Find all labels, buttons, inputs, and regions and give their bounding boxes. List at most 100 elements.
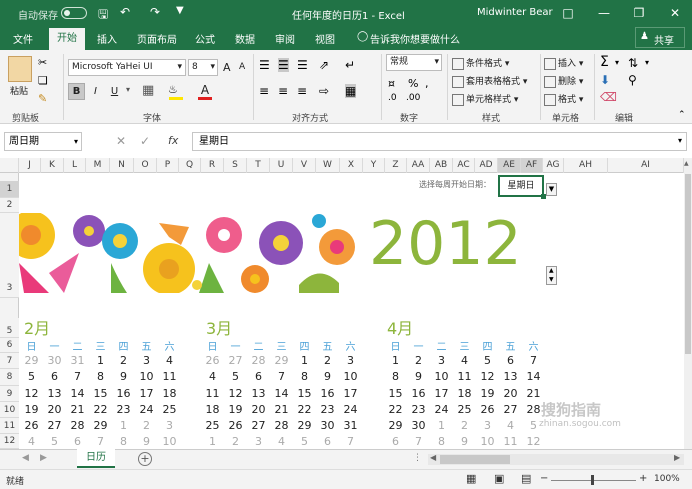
day-cell[interactable]: 1 — [293, 354, 316, 367]
day-cell[interactable]: 26 — [201, 354, 224, 367]
day-cell[interactable]: 20 — [43, 403, 66, 416]
cut-icon[interactable]: ✂ — [38, 56, 47, 69]
day-cell[interactable]: 13 — [247, 387, 270, 400]
scroll-right-icon[interactable]: ▶ — [674, 453, 680, 462]
day-cell[interactable]: 6 — [43, 370, 66, 383]
zoom-slider-thumb[interactable] — [591, 475, 594, 485]
number-format-select[interactable]: 常规 ▾ — [386, 54, 442, 71]
cell-styles-button[interactable]: 单元格样式 ▾ — [452, 92, 518, 106]
bold-button[interactable]: B — [68, 83, 85, 100]
align-center-icon[interactable]: ≡ — [278, 84, 288, 98]
day-cell[interactable]: 18 — [201, 403, 224, 416]
copy-icon[interactable]: ❏ — [38, 74, 48, 87]
column-header[interactable]: AG — [543, 158, 564, 173]
day-cell[interactable]: 7 — [66, 370, 89, 383]
day-cell[interactable]: 12 — [20, 387, 43, 400]
row-header[interactable]: 5 — [0, 318, 19, 338]
shrink-font-button[interactable]: A — [239, 62, 245, 72]
day-cell[interactable]: 17 — [339, 387, 362, 400]
chevron-down-icon[interactable]: ▾ — [645, 58, 649, 67]
day-cell[interactable]: 25 — [201, 419, 224, 432]
column-header[interactable]: Y — [363, 158, 385, 173]
tab-review[interactable]: 审阅 — [275, 31, 295, 46]
day-cell[interactable]: 27 — [499, 403, 522, 416]
day-cell[interactable]: 22 — [89, 403, 112, 416]
column-header[interactable]: AE — [498, 158, 521, 173]
expand-formula-bar-icon[interactable]: ▾ — [678, 136, 682, 145]
normal-view-icon[interactable]: ▦ — [466, 472, 476, 485]
cancel-icon[interactable]: ✕ — [116, 134, 126, 148]
column-header[interactable]: T — [247, 158, 270, 173]
day-cell[interactable]: 26 — [20, 419, 43, 432]
row-header[interactable]: 9 — [0, 386, 19, 402]
day-cell[interactable]: 11 — [453, 370, 476, 383]
day-cell[interactable]: 30 — [43, 354, 66, 367]
align-top-icon[interactable]: ☰ — [259, 58, 270, 72]
insert-cells-button[interactable]: 插入 ▾ — [544, 56, 583, 70]
day-cell[interactable]: 15 — [293, 387, 316, 400]
italic-button[interactable]: I — [87, 83, 104, 100]
day-cell[interactable]: 2 — [316, 354, 339, 367]
column-header[interactable]: AA — [407, 158, 430, 173]
start-day-cell[interactable]: 星期日 — [498, 175, 544, 197]
borders-icon[interactable]: ▦ — [142, 83, 154, 98]
day-cell[interactable]: 9 — [407, 370, 430, 383]
day-cell[interactable]: 17 — [430, 387, 453, 400]
day-cell[interactable]: 9 — [316, 370, 339, 383]
tell-me-box[interactable]: 告诉我你想要做什么 — [370, 31, 460, 46]
day-cell[interactable]: 16 — [316, 387, 339, 400]
day-cell[interactable]: 19 — [20, 403, 43, 416]
redo-icon[interactable]: ↷ — [150, 5, 160, 19]
worksheet-grid[interactable]: 选择每周开始日期： 星期日 ▼ 2012 ▲ ▼ 2月 日 一 二 三 四 五 … — [19, 173, 684, 449]
day-cell[interactable]: 20 — [499, 387, 522, 400]
align-left-icon[interactable]: ≡ — [259, 84, 269, 98]
day-cell[interactable]: 3 — [339, 354, 362, 367]
day-cell[interactable]: 7 — [407, 435, 430, 448]
day-cell[interactable]: 14 — [66, 387, 89, 400]
day-cell[interactable]: 30 — [316, 419, 339, 432]
align-right-icon[interactable]: ≡ — [297, 84, 307, 98]
day-cell[interactable]: 29 — [20, 354, 43, 367]
undo-icon[interactable]: ↶ — [120, 5, 130, 19]
increase-decimal-icon[interactable]: .0 — [388, 93, 397, 103]
customize-qat-icon[interactable]: ▼ — [176, 5, 184, 16]
column-header[interactable]: K — [41, 158, 64, 173]
day-cell[interactable]: 15 — [384, 387, 407, 400]
day-cell[interactable]: 15 — [89, 387, 112, 400]
day-cell[interactable]: 6 — [66, 435, 89, 448]
day-cell[interactable]: 12 — [476, 370, 499, 383]
zoom-in-icon[interactable]: + — [639, 473, 647, 484]
format-cells-button[interactable]: 格式 ▾ — [544, 92, 583, 106]
day-cell[interactable]: 21 — [270, 403, 293, 416]
sort-filter-icon[interactable]: ⇅ — [628, 56, 638, 70]
day-cell[interactable]: 4 — [158, 354, 181, 367]
column-header[interactable]: AH — [564, 158, 608, 173]
day-cell[interactable]: 6 — [247, 370, 270, 383]
day-cell[interactable]: 19 — [224, 403, 247, 416]
column-header[interactable]: N — [110, 158, 134, 173]
formula-input[interactable]: 星期日 — [192, 132, 687, 151]
align-bottom-icon[interactable]: ☰ — [297, 58, 308, 72]
autosum-button[interactable]: Σ — [600, 54, 609, 70]
day-cell[interactable]: 18 — [158, 387, 181, 400]
day-cell[interactable]: 29 — [293, 419, 316, 432]
add-sheet-icon[interactable]: + — [138, 452, 152, 466]
fill-icon[interactable]: ⬇ — [600, 73, 610, 87]
close-button[interactable]: ✕ — [660, 0, 690, 26]
tab-insert[interactable]: 插入 — [97, 31, 117, 46]
day-cell[interactable]: 7 — [522, 354, 545, 367]
tab-file[interactable]: 文件 — [13, 31, 33, 46]
day-cell[interactable]: 3 — [158, 419, 181, 432]
day-cell[interactable]: 10 — [339, 370, 362, 383]
align-middle-icon[interactable]: ☰ — [278, 58, 289, 72]
font-color-icon[interactable]: A — [196, 83, 214, 101]
column-header[interactable]: AI — [608, 158, 684, 173]
day-cell[interactable]: 16 — [407, 387, 430, 400]
format-as-table-button[interactable]: 套用表格格式 ▾ — [452, 74, 527, 88]
row-header[interactable]: 7 — [0, 353, 19, 369]
percent-icon[interactable]: % — [408, 77, 418, 90]
underline-button[interactable]: U — [106, 83, 123, 100]
day-cell[interactable]: 29 — [384, 419, 407, 432]
day-cell[interactable]: 23 — [407, 403, 430, 416]
column-header[interactable]: W — [316, 158, 340, 173]
